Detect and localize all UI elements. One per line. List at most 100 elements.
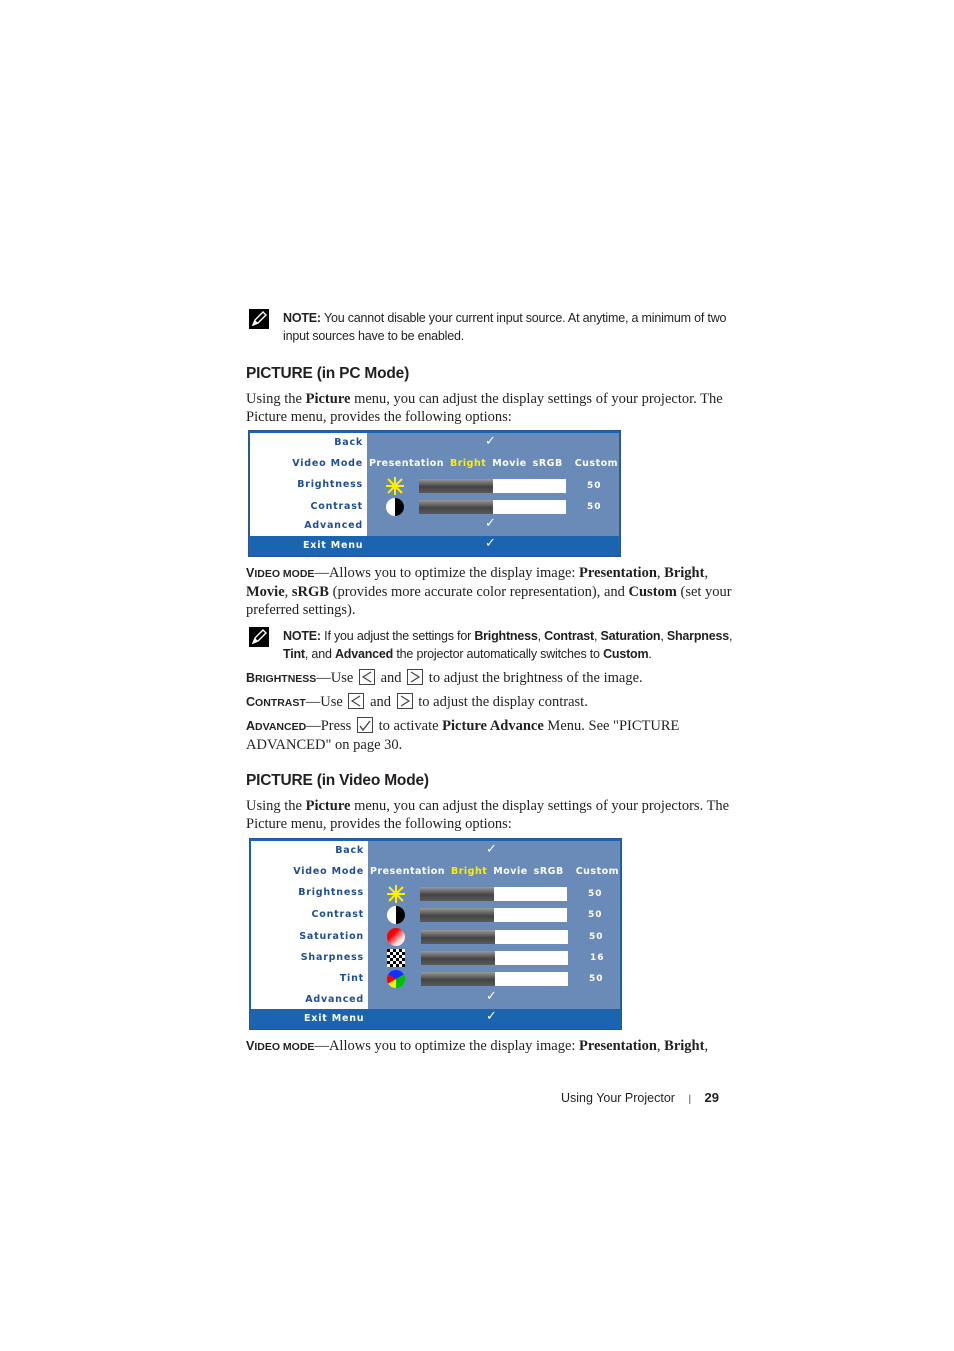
osd-item-exit-menu[interactable]: Exit Menu (303, 540, 363, 551)
term-contrast: CONTRAST (246, 695, 306, 709)
term-cap: A (246, 719, 256, 733)
term-rest: IDEO MODE (254, 568, 315, 580)
osd-item-video-mode[interactable]: Video Mode (292, 458, 363, 469)
mode-movie[interactable]: Movie (493, 866, 527, 877)
osd-item-contrast[interactable]: Contrast (312, 909, 365, 920)
bold-term: Presentation (579, 565, 657, 581)
text: Use (330, 670, 354, 686)
osd-item-brightness[interactable]: Brightness (298, 887, 364, 898)
brightness-value: 50 (587, 481, 602, 491)
check-icon[interactable]: ✓ (486, 989, 497, 1004)
bold-term: Advanced (334, 647, 394, 661)
bold-term: Contrast (544, 629, 594, 643)
term-cap: C (246, 695, 256, 709)
contrast-value: 50 (587, 502, 602, 512)
text: (provides more accurate color representa… (328, 584, 629, 600)
text: and (370, 694, 392, 710)
osd-item-back[interactable]: Back (334, 437, 363, 448)
contrast-value: 50 (588, 910, 603, 920)
contrast-slider[interactable] (419, 500, 566, 514)
term-rest: DVANCED (255, 721, 307, 733)
check-icon[interactable]: ✓ (486, 1009, 497, 1024)
bold-term: Saturation (600, 629, 661, 643)
brightness-slider[interactable] (419, 479, 566, 493)
osd-item-brightness[interactable]: Brightness (297, 479, 363, 490)
bold-term: Movie (246, 584, 285, 600)
osd-menu-pc-mode: Back Video Mode Brightness Contrast Adva… (248, 430, 621, 557)
bold-term: Bright (664, 1038, 705, 1054)
contrast-icon (386, 498, 404, 516)
check-icon[interactable]: ✓ (485, 516, 496, 531)
saturation-icon (387, 928, 405, 946)
brightness-slider[interactable] (420, 887, 567, 901)
tint-value: 50 (589, 974, 604, 984)
bold-term: Tint (283, 647, 305, 661)
term-video-mode: VIDEO MODE (246, 566, 315, 580)
term-brightness: BRIGHTNESS (246, 671, 316, 685)
saturation-value: 50 (589, 932, 604, 942)
mode-bright-selected[interactable]: Bright (450, 458, 486, 469)
osd-item-advanced[interactable]: Advanced (305, 994, 364, 1005)
bold-term: Custom (603, 647, 649, 661)
check-icon[interactable]: ✓ (485, 434, 496, 449)
osd-item-contrast[interactable]: Contrast (311, 501, 364, 512)
saturation-slider[interactable] (421, 930, 568, 944)
mode-custom[interactable]: Custom (576, 866, 619, 877)
osd-item-video-mode[interactable]: Video Mode (293, 866, 364, 877)
slider-fill (421, 951, 495, 965)
bold-term: Sharpness (666, 629, 729, 643)
osd-item-sharpness[interactable]: Sharpness (301, 952, 364, 963)
osd-item-saturation[interactable]: Saturation (299, 931, 364, 942)
mode-custom[interactable]: Custom (575, 458, 618, 469)
video-mode-description: VIDEO MODE—Allows you to optimize the di… (246, 564, 746, 619)
osd-value-column: ✓ Presentation Bright Movie sRGB Custom 50 5… (367, 433, 619, 536)
contrast-icon (387, 906, 405, 924)
mode-srgb[interactable]: sRGB (534, 866, 564, 877)
text: to adjust the brightness of the image. (428, 670, 643, 686)
section-heading-video-mode: PICTURE (in Video Mode) (246, 772, 429, 789)
right-arrow-key-icon (396, 693, 413, 709)
osd-item-back[interactable]: Back (335, 845, 364, 856)
slider-fill (420, 908, 494, 922)
check-icon[interactable]: ✓ (485, 536, 496, 551)
text: , (728, 629, 733, 643)
text: Allows you to optimize the display image… (328, 1038, 580, 1054)
osd-item-advanced[interactable]: Advanced (304, 520, 363, 531)
check-icon[interactable]: ✓ (486, 842, 497, 857)
note-pencil-icon (249, 309, 269, 329)
page-footer: Using Your Projector | 29 (561, 1090, 719, 1105)
video-mode-options: Presentation Bright Movie sRGB Custom (369, 458, 624, 469)
mode-srgb[interactable]: sRGB (533, 458, 563, 469)
text: If you adjust the settings for (324, 629, 475, 643)
brightness-value: 50 (588, 889, 603, 899)
dash: — (316, 670, 331, 686)
text: , (284, 584, 292, 600)
text: Allows you to optimize the display image… (328, 565, 580, 581)
section-heading-pc-mode: PICTURE (in PC Mode) (246, 365, 410, 382)
left-arrow-key-icon (348, 693, 365, 709)
note-custom-switch: NOTE: If you adjust the settings for Bri… (283, 627, 753, 663)
term-video-mode: VIDEO MODE (246, 1039, 314, 1053)
text: and (380, 670, 402, 686)
enter-check-key-icon (356, 717, 373, 733)
term-advanced: ADVANCED (246, 719, 307, 733)
mode-presentation[interactable]: Presentation (370, 866, 445, 877)
sharpness-checker-icon (387, 949, 405, 967)
contrast-description: CONTRAST—Use and to adjust the display c… (246, 693, 746, 712)
mode-presentation[interactable]: Presentation (369, 458, 444, 469)
mode-bright-selected[interactable]: Bright (451, 866, 487, 877)
term-cap: B (246, 671, 256, 685)
osd-value-column: ✓ Presentation Bright Movie sRGB Custom 50 5… (368, 841, 620, 1009)
bold-term: Custom (628, 584, 677, 600)
slider-fill (421, 930, 495, 944)
osd-item-tint[interactable]: Tint (340, 973, 364, 984)
dash: — (314, 1038, 329, 1054)
text: to activate (378, 718, 443, 734)
slider-fill (419, 479, 493, 493)
osd-menu-video-mode: Back Video Mode Brightness Contrast Satu… (249, 838, 622, 1030)
sharpness-slider[interactable] (421, 951, 568, 965)
osd-item-exit-menu[interactable]: Exit Menu (304, 1013, 364, 1024)
tint-slider[interactable] (421, 972, 568, 986)
mode-movie[interactable]: Movie (492, 458, 526, 469)
contrast-slider[interactable] (420, 908, 567, 922)
